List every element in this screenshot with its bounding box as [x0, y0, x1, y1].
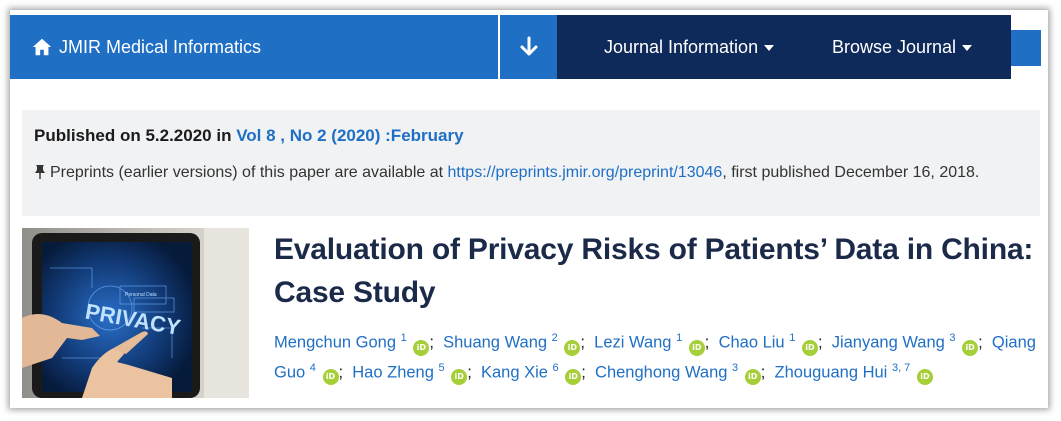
orcid-icon[interactable]: iD: [413, 339, 430, 356]
orcid-icon[interactable]: iD: [801, 339, 818, 356]
menu-label: Browse Journal: [832, 36, 957, 57]
preprint-text: Preprints (earlier versions) of this pap…: [50, 164, 448, 181]
author-link[interactable]: Zhouguang Hui: [775, 363, 888, 381]
download-button[interactable]: [500, 15, 557, 79]
author-affiliation[interactable]: 2: [552, 332, 558, 344]
orcid-icon[interactable]: iD: [962, 339, 979, 356]
author-affiliation[interactable]: 3, 7: [892, 362, 910, 374]
menu-journal-information[interactable]: Journal Information: [604, 15, 775, 79]
arrow-down-icon: [520, 36, 537, 56]
published-date: Published on 5.2.2020 in: [34, 126, 237, 145]
orcid-icon[interactable]: iD: [565, 369, 582, 385]
orcid-icon[interactable]: iD: [744, 369, 761, 385]
orcid-icon[interactable]: iD: [564, 339, 581, 356]
author-link[interactable]: Chao Liu: [719, 334, 785, 352]
brand-label: JMIR Medical Informatics: [59, 36, 262, 57]
author-link[interactable]: Chenghong Wang: [595, 363, 727, 381]
orcid-icon[interactable]: iD: [916, 369, 933, 385]
author-link[interactable]: Kang Xie: [481, 363, 548, 381]
author-affiliation[interactable]: 1: [676, 332, 682, 344]
author-affiliation[interactable]: 3: [949, 332, 955, 344]
orcid-icon[interactable]: iD: [322, 369, 339, 385]
menu-label: Journal Information: [604, 36, 759, 57]
author-link[interactable]: Jianyang Wang: [832, 334, 945, 352]
orcid-icon[interactable]: iD: [451, 369, 468, 385]
author-list: Mengchun Gong 1 iD; Shuang Wang 2 iD; Le…: [274, 326, 1044, 385]
published-line: Published on 5.2.2020 in Vol 8 , No 2 (2…: [34, 126, 464, 146]
author-affiliation[interactable]: 3: [732, 362, 738, 374]
author-link[interactable]: Hao Zheng: [352, 363, 434, 381]
author-affiliation[interactable]: 6: [553, 362, 559, 374]
top-navbar: JMIR Medical Informatics Journal Informa…: [10, 15, 1041, 79]
article-title: Evaluation of Privacy Risks of Patients’…: [274, 233, 1034, 309]
author-affiliation[interactable]: 1: [789, 332, 795, 344]
author-affiliation[interactable]: 1: [401, 332, 407, 344]
home-icon: [32, 38, 52, 56]
article-thumbnail: Personal Data PRIVACY: [22, 228, 249, 398]
author-link[interactable]: Mengchun Gong: [274, 334, 396, 352]
author-affiliation[interactable]: 5: [439, 362, 445, 374]
preprint-suffix: , first published December 16, 2018.: [722, 164, 980, 181]
preprint-notice: Preprints (earlier versions) of this pap…: [34, 162, 1034, 183]
thumbnail-small-text: Personal Data: [125, 292, 157, 298]
caret-down-icon: [764, 45, 775, 51]
orcid-icon[interactable]: iD: [688, 339, 705, 356]
author-link[interactable]: Lezi Wang: [594, 334, 671, 352]
preprint-link[interactable]: https://preprints.jmir.org/preprint/1304…: [448, 164, 723, 181]
menu-browse-journal[interactable]: Browse Journal: [832, 15, 973, 79]
caret-down-icon: [962, 45, 973, 51]
issue-link[interactable]: Vol 8 , No 2 (2020) :February: [236, 126, 463, 145]
brand-link[interactable]: JMIR Medical Informatics: [10, 15, 498, 79]
nav-button-partial[interactable]: [1011, 30, 1041, 66]
author-link[interactable]: Shuang Wang: [443, 334, 547, 352]
author-affiliation[interactable]: 4: [310, 362, 316, 374]
pin-icon: [35, 165, 45, 179]
